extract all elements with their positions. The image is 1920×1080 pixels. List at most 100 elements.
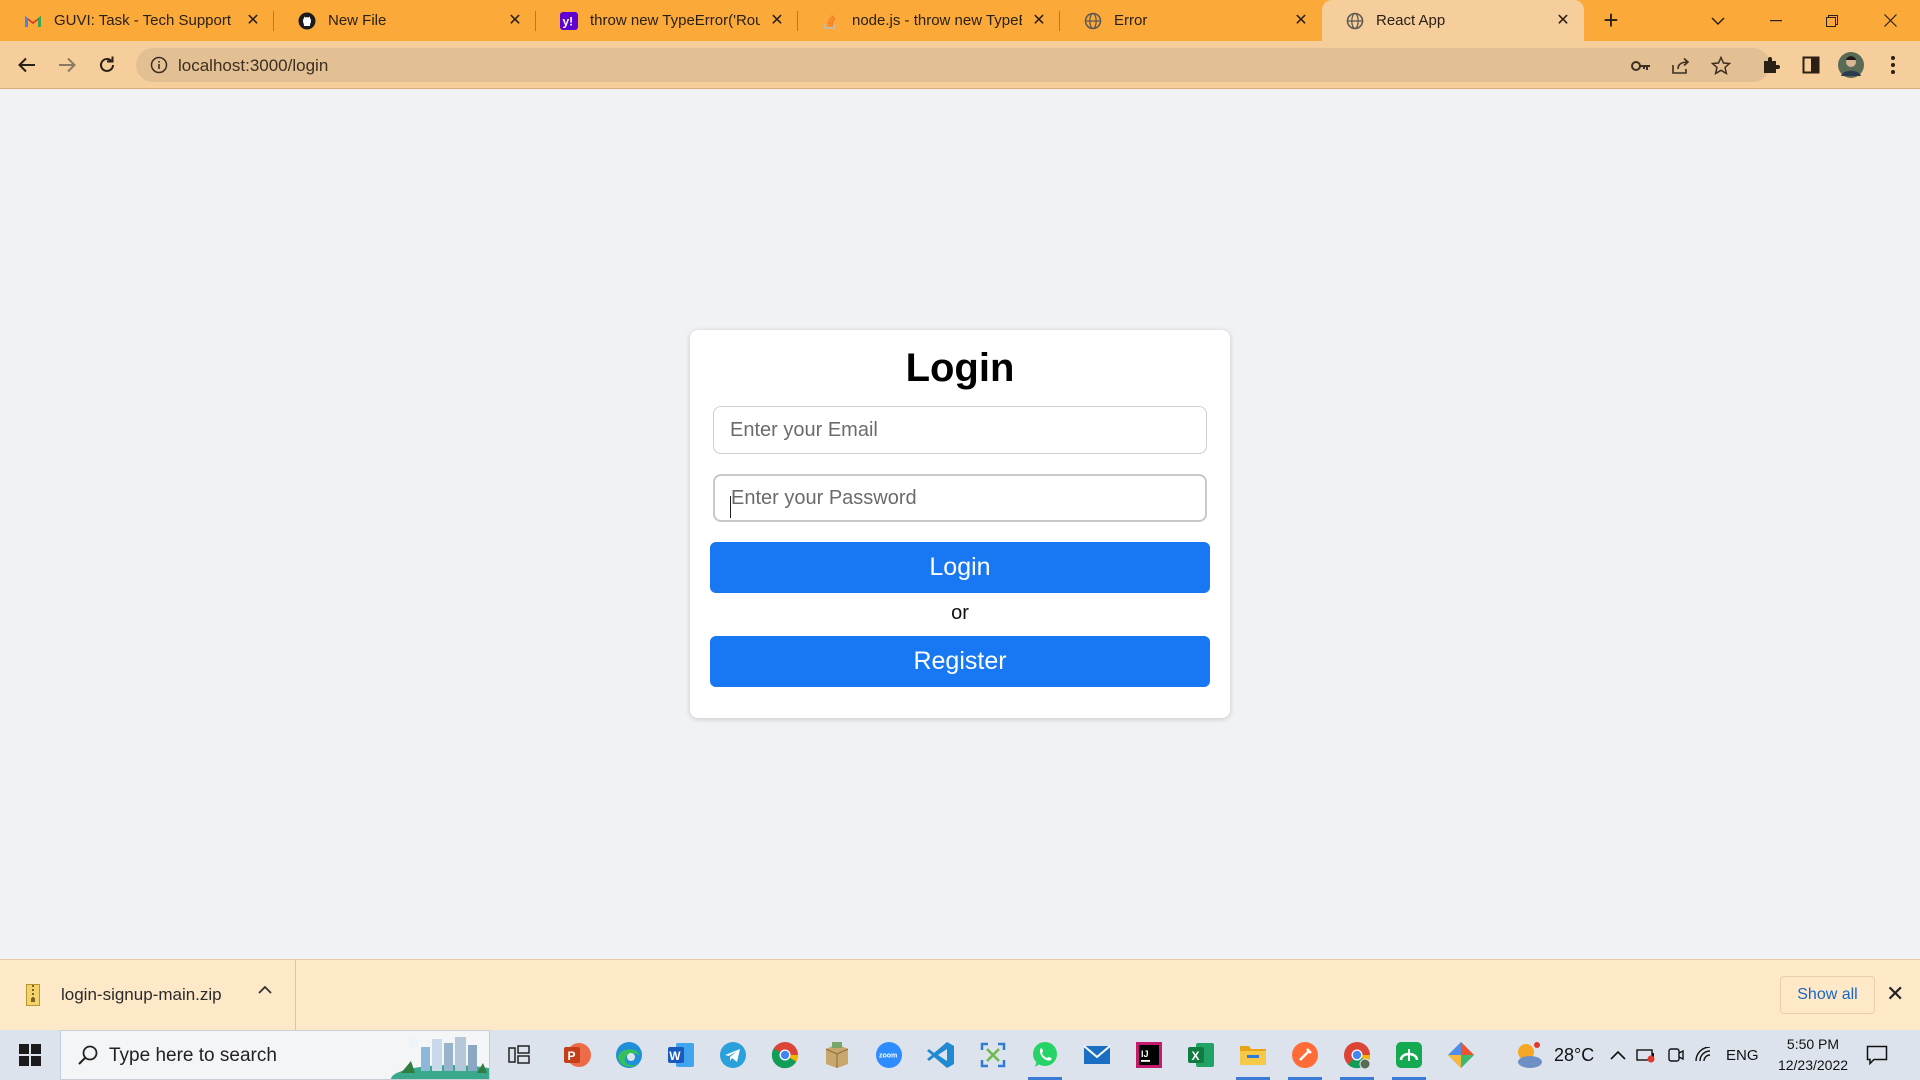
close-window-button[interactable]	[1862, 0, 1918, 41]
task-view-icon[interactable]	[502, 1038, 536, 1072]
restore-button[interactable]	[1804, 0, 1860, 41]
address-bar-url[interactable]: localhost:3000/login	[178, 56, 328, 76]
windows-taskbar: Type here to search P W zoom IJ X 28°C E…	[0, 1030, 1920, 1080]
login-heading: Login	[905, 346, 1015, 390]
tab-close-icon[interactable]: ✕	[1030, 12, 1048, 30]
stackoverflow-icon	[822, 12, 840, 30]
info-icon[interactable]	[150, 56, 168, 74]
browser-toolbar: localhost:3000/login	[0, 41, 1920, 89]
password-input[interactable]	[713, 474, 1207, 522]
tab-github[interactable]: New File ✕	[274, 0, 536, 41]
mail-icon[interactable]	[1080, 1038, 1114, 1072]
taskbar-search-box[interactable]: Type here to search	[60, 1030, 490, 1080]
system-clock[interactable]: 5:50 PM 12/23/2022	[1768, 1034, 1858, 1076]
profile-button[interactable]	[1836, 50, 1866, 80]
tab-react-app[interactable]: React App ✕	[1322, 0, 1584, 41]
edge-icon[interactable]	[612, 1038, 646, 1072]
register-button[interactable]: Register	[710, 636, 1210, 687]
tab-title: GUVI: Task - Tech Support Ir	[54, 12, 236, 29]
word-icon[interactable]: W	[664, 1038, 698, 1072]
git-icon[interactable]	[1444, 1038, 1478, 1072]
download-shelf: login-signup-main.zip Show all ✕	[0, 959, 1920, 1030]
whatsapp-icon[interactable]	[1028, 1038, 1062, 1080]
side-panel-icon	[1802, 56, 1820, 74]
weather-widget[interactable]: 28°C	[1512, 1030, 1594, 1080]
archive-icon[interactable]	[820, 1038, 854, 1072]
close-shelf-icon[interactable]: ✕	[1886, 982, 1904, 1006]
side-panel-button[interactable]	[1796, 50, 1826, 80]
chevron-down-icon	[1711, 16, 1725, 25]
svg-text:P: P	[568, 1049, 576, 1063]
tab-search-button[interactable]	[1690, 0, 1746, 41]
download-item[interactable]: login-signup-main.zip	[0, 960, 296, 1030]
login-card: Login Login or Register	[690, 330, 1230, 718]
email-input[interactable]	[713, 406, 1207, 454]
tab-yahoo[interactable]: y! throw new TypeError('Route ✕	[536, 0, 798, 41]
restore-icon	[1826, 14, 1838, 27]
tab-close-icon[interactable]: ✕	[506, 12, 524, 30]
vscode-icon[interactable]	[924, 1038, 958, 1072]
new-tab-button[interactable]: +	[1596, 6, 1626, 36]
tab-title: throw new TypeError('Route	[590, 12, 760, 29]
tab-close-icon[interactable]: ✕	[1554, 12, 1572, 30]
github-icon	[298, 12, 316, 30]
tab-strip: GUVI: Task - Tech Support Ir ✕ New File …	[0, 0, 1920, 41]
tab-close-icon[interactable]: ✕	[244, 12, 262, 30]
weather-temperature: 28°C	[1554, 1044, 1595, 1065]
tab-title: node.js - throw new TypeErr	[852, 12, 1022, 29]
notification-center-button[interactable]	[1866, 1030, 1888, 1080]
menu-button[interactable]	[1878, 50, 1908, 80]
start-button[interactable]	[10, 1040, 50, 1070]
svg-text:zoom: zoom	[879, 1053, 897, 1060]
text-caret	[730, 496, 731, 518]
download-filename: login-signup-main.zip	[61, 985, 222, 1004]
show-all-downloads-button[interactable]: Show all	[1780, 976, 1875, 1014]
avatar	[1838, 52, 1864, 78]
reload-button[interactable]	[92, 50, 122, 80]
login-button[interactable]: Login	[710, 542, 1210, 593]
notification-icon	[1866, 1045, 1888, 1065]
postman-icon[interactable]	[1288, 1038, 1322, 1080]
wifi-icon[interactable]	[1694, 1047, 1714, 1063]
forward-button[interactable]	[52, 50, 82, 80]
tab-close-icon[interactable]: ✕	[1292, 12, 1310, 30]
chrome-profile-icon[interactable]	[1340, 1038, 1374, 1080]
snip-icon[interactable]	[976, 1038, 1010, 1072]
globe-icon	[1084, 12, 1102, 30]
or-divider-text: or	[951, 602, 969, 624]
clock-date: 12/23/2022	[1777, 1057, 1849, 1073]
chrome-icon[interactable]	[768, 1038, 802, 1072]
tab-error[interactable]: Error ✕	[1060, 0, 1322, 41]
excel-icon[interactable]: X	[1184, 1038, 1218, 1072]
intellij-icon[interactable]: IJ	[1132, 1038, 1166, 1072]
chevron-up-icon[interactable]	[1610, 1050, 1626, 1060]
minimize-icon	[1770, 19, 1782, 21]
key-icon[interactable]	[1630, 55, 1652, 77]
svg-text:y!: y!	[563, 14, 574, 28]
gmail-icon	[24, 12, 42, 30]
share-icon[interactable]	[1670, 55, 1692, 77]
file-explorer-icon[interactable]	[1236, 1038, 1270, 1080]
arrow-left-icon	[18, 57, 35, 73]
meet-now-icon[interactable]	[1666, 1046, 1684, 1064]
search-icon	[78, 1045, 98, 1065]
extensions-button[interactable]	[1756, 50, 1786, 80]
minimize-button[interactable]	[1748, 0, 1804, 41]
battery-warning-icon[interactable]	[1636, 1047, 1656, 1063]
zoom-icon[interactable]: zoom	[872, 1038, 906, 1072]
address-bar[interactable]: localhost:3000/login	[136, 48, 1770, 82]
mongodb-compass-icon[interactable]	[1392, 1038, 1426, 1080]
tab-gmail[interactable]: GUVI: Task - Tech Support Ir ✕	[0, 0, 274, 41]
bookmark-star-icon[interactable]	[1710, 55, 1732, 77]
language-indicator[interactable]: ENG	[1726, 1047, 1759, 1064]
svg-text:IJ: IJ	[1141, 1049, 1149, 1059]
close-icon	[1883, 14, 1897, 27]
telegram-icon[interactable]	[716, 1038, 750, 1072]
tab-close-icon[interactable]: ✕	[768, 12, 786, 30]
powerpoint-icon[interactable]: P	[560, 1038, 594, 1072]
back-button[interactable]	[12, 50, 42, 80]
svg-text:X: X	[1192, 1049, 1200, 1063]
clock-time: 5:50 PM	[1786, 1036, 1840, 1052]
tab-stackoverflow[interactable]: node.js - throw new TypeErr ✕	[798, 0, 1060, 41]
chevron-up-icon[interactable]	[258, 982, 272, 1000]
